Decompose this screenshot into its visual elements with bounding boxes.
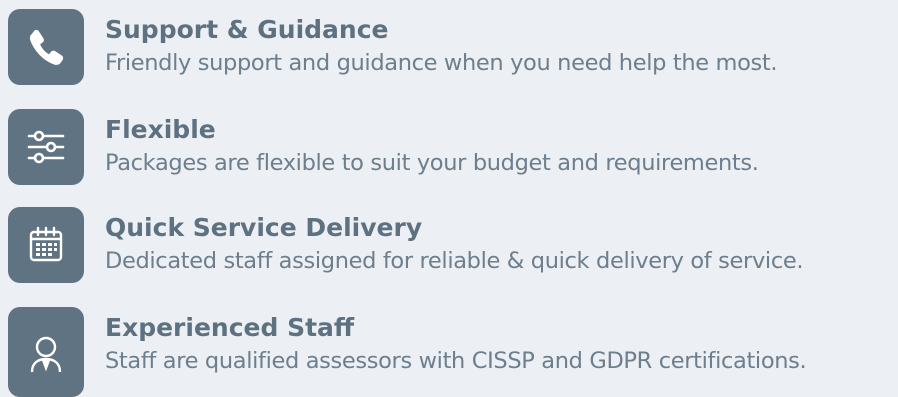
- feature-experienced-staff: Experienced Staff Staff are qualified as…: [8, 306, 898, 397]
- user-icon: [8, 307, 84, 397]
- feature-title: Experienced Staff: [105, 313, 355, 342]
- feature-quick-service-delivery: Quick Service Delivery Dedicated staff a…: [8, 206, 898, 286]
- phone-icon: [8, 9, 84, 85]
- feature-description: Friendly support and guidance when you n…: [105, 50, 778, 76]
- sliders-icon: [8, 109, 84, 185]
- feature-description: Packages are flexible to suit your budge…: [105, 150, 759, 176]
- calendar-icon: [8, 207, 84, 283]
- feature-flexible: Flexible Packages are flexible to suit y…: [8, 108, 898, 188]
- feature-description: Dedicated staff assigned for reliable & …: [105, 248, 804, 274]
- feature-title: Quick Service Delivery: [105, 213, 423, 242]
- feature-support-guidance: Support & Guidance Friendly support and …: [8, 8, 898, 88]
- feature-title: Support & Guidance: [105, 15, 389, 44]
- feature-description: Staff are qualified assessors with CISSP…: [105, 348, 807, 374]
- feature-title: Flexible: [105, 115, 216, 144]
